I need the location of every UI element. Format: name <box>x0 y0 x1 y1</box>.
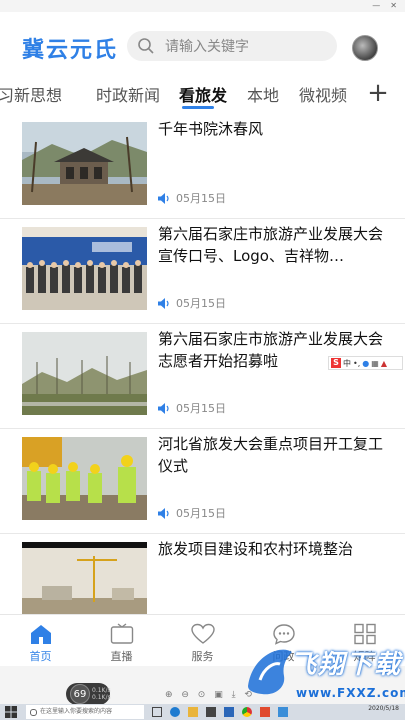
mail-icon[interactable] <box>224 707 234 717</box>
app-header: 冀云元氏 请输入关键字 <box>0 12 405 74</box>
tab-xi-thought[interactable]: 习新思想 <box>0 82 62 106</box>
close-icon[interactable]: ✕ <box>390 0 397 12</box>
news-thumbnail <box>22 437 147 520</box>
windows-taskbar: 在这里输入你要搜索的内容 2020/5/18 <box>0 704 405 720</box>
active-tab-indicator <box>182 106 214 109</box>
tab-tourism[interactable]: 看旅发 <box>179 82 227 106</box>
speaker-icon <box>158 192 169 204</box>
punct-icon: •, <box>353 358 361 368</box>
news-meta: 05月15日 <box>158 400 226 416</box>
nav-live-label: 直播 <box>110 650 133 663</box>
search-placeholder: 请输入关键字 <box>165 39 249 55</box>
speaker-icon <box>158 507 169 519</box>
ime-toolbar[interactable]: S 中 •, ● ▦ ▲ <box>328 356 403 370</box>
network-rate: 0.1K/s 0.1K/s <box>92 687 111 701</box>
watermark-text: 飞翔下载 <box>290 650 403 680</box>
category-tabs: 习新思想 时政新闻 看旅发 本地 微视频 + <box>0 74 405 114</box>
performance-value: 69 <box>70 684 90 704</box>
nav-service-label: 服务 <box>191 650 214 663</box>
news-date: 05月15日 <box>176 402 226 415</box>
news-thumbnail <box>22 542 147 614</box>
nav-home-label: 首页 <box>29 650 52 663</box>
minimize-icon[interactable]: — <box>372 0 380 12</box>
news-title: 第六届石家庄市旅游产业发展大会宣传口号、Logo、吉祥物… <box>158 225 384 265</box>
tv-icon <box>110 623 133 644</box>
news-title: 河北省旅发大会重点项目开工复工仪式 <box>158 435 384 475</box>
taskbar-clock[interactable]: 2020/5/18 <box>368 705 399 712</box>
ime-mode-icon: 中 <box>343 358 351 368</box>
news-thumbnail <box>22 332 147 415</box>
nav-home[interactable]: 首页 <box>0 615 81 666</box>
mic-icon: ● <box>362 358 370 368</box>
search-icon <box>137 37 155 55</box>
news-title: 千年书院沐春风 <box>158 120 264 138</box>
edge-icon[interactable] <box>170 707 180 717</box>
keyboard-icon: ▦ <box>371 358 379 368</box>
nav-live[interactable]: 直播 <box>81 615 162 666</box>
nav-service[interactable]: 服务 <box>162 615 243 666</box>
news-item[interactable]: 旅发项目建设和农村环境整治 <box>0 534 405 614</box>
news-item[interactable]: 第六届石家庄市旅游产业发展大会宣传口号、Logo、吉祥物… 05月15日 <box>0 219 405 324</box>
speaker-icon <box>158 402 169 414</box>
news-meta: 05月15日 <box>158 295 226 311</box>
windows-start-icon[interactable] <box>4 705 18 719</box>
window-controls: — ✕ <box>372 0 405 12</box>
tab-local[interactable]: 本地 <box>247 82 279 106</box>
taskbar-search-input[interactable]: 在这里输入你要搜索的内容 <box>26 705 144 719</box>
news-item[interactable]: 千年书院沐春风 05月15日 <box>0 114 405 219</box>
news-item[interactable]: 第六届石家庄市旅游产业发展大会志愿者开始招募啦 05月15日 <box>0 324 405 429</box>
store-icon[interactable] <box>206 707 216 717</box>
news-title: 旅发项目建设和农村环境整治 <box>158 540 354 558</box>
news-thumbnail <box>22 122 147 205</box>
chrome-icon[interactable] <box>242 707 252 717</box>
home-icon <box>30 625 51 644</box>
watermark-url: www.FXXZ.com <box>296 686 405 700</box>
user-avatar[interactable] <box>352 35 378 61</box>
news-date: 05月15日 <box>176 297 226 310</box>
news-meta: 05月15日 <box>158 190 226 206</box>
add-tab-icon[interactable]: + <box>361 76 395 110</box>
folder-icon[interactable] <box>188 707 198 717</box>
heart-icon <box>190 623 215 644</box>
sogou-icon: S <box>331 358 341 368</box>
news-date: 05月15日 <box>176 192 226 205</box>
tab-micro-video[interactable]: 微视频 <box>299 82 347 106</box>
news-item[interactable]: 河北省旅发大会重点项目开工复工仪式 05月15日 <box>0 429 405 534</box>
skin-icon: ▲ <box>380 358 387 368</box>
speaker-icon <box>158 297 169 309</box>
news-date: 05月15日 <box>176 507 226 520</box>
taskbar-app-icons <box>152 707 288 717</box>
app-logo: 冀云元氏 <box>22 38 119 63</box>
news-meta: 05月15日 <box>158 505 226 521</box>
search-bar[interactable]: 请输入关键字 <box>127 31 337 61</box>
emulator-icon[interactable] <box>278 707 288 717</box>
app-icon[interactable] <box>260 707 270 717</box>
tab-politics-news[interactable]: 时政新闻 <box>96 82 160 106</box>
task-view-icon[interactable] <box>152 707 162 717</box>
news-thumbnail <box>22 227 147 310</box>
